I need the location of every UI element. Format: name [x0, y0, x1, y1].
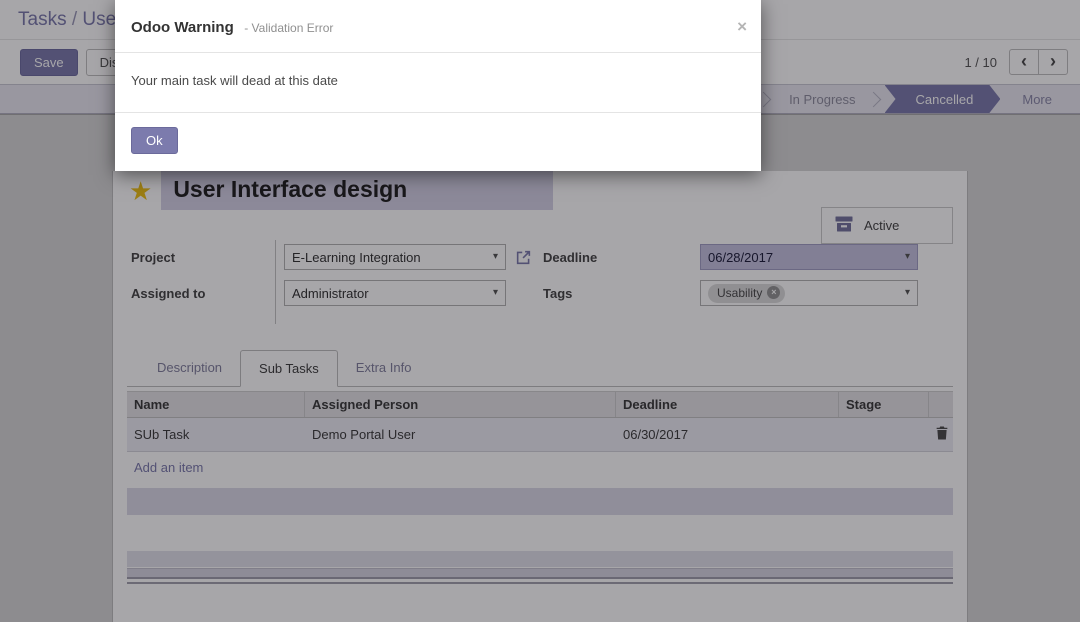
- close-icon[interactable]: ×: [737, 18, 747, 35]
- dialog-message: Your main task will dead at this date: [115, 53, 761, 113]
- app-window: Tasks / User Interface design Save Disca…: [0, 0, 1080, 622]
- warning-dialog: Odoo Warning - Validation Error × Your m…: [115, 0, 761, 171]
- ok-button[interactable]: Ok: [131, 127, 178, 154]
- dialog-title: Odoo Warning: [131, 19, 234, 36]
- dialog-header: Odoo Warning - Validation Error ×: [115, 0, 761, 53]
- dialog-subtitle: - Validation Error: [244, 21, 333, 35]
- dialog-footer: Ok: [115, 113, 761, 171]
